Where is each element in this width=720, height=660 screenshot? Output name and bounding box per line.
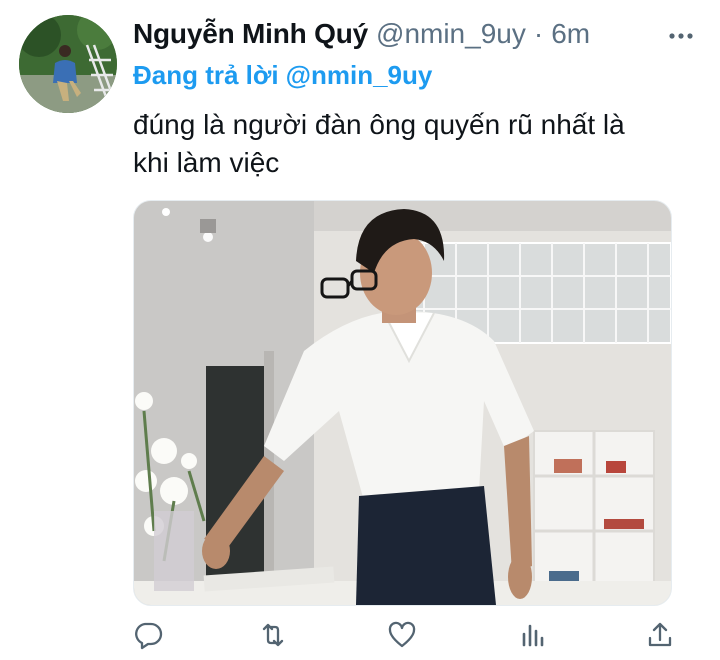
- tweet-text: đúng là người đàn ông quyến rũ nhất là k…: [133, 106, 693, 182]
- share-icon[interactable]: [645, 620, 675, 650]
- tweet-header: Nguyễn Minh Quý @nmin_9uy · 6m: [133, 18, 590, 54]
- author-handle[interactable]: @nmin_9uy: [376, 18, 526, 50]
- comment-icon[interactable]: [133, 620, 163, 650]
- photo-illustration: [134, 201, 671, 605]
- separator-dot: ·: [533, 18, 544, 49]
- retweet-icon[interactable]: [258, 620, 288, 650]
- heart-icon[interactable]: [387, 620, 417, 650]
- avatar-photo: [19, 15, 117, 113]
- bar-chart-icon[interactable]: [517, 620, 547, 650]
- tweet-actions-bar: [0, 614, 720, 658]
- reply-context: Đang trả lời @nmin_9uy: [133, 60, 432, 91]
- reply-context-handle[interactable]: @nmin_9uy: [286, 60, 433, 90]
- author-display-name[interactable]: Nguyễn Minh Quý: [133, 18, 368, 50]
- author-avatar[interactable]: [19, 15, 117, 113]
- tweet-media-photo[interactable]: [133, 200, 672, 606]
- timestamp[interactable]: 6m: [551, 18, 590, 50]
- more-options-icon[interactable]: [668, 26, 694, 46]
- tweet: Nguyễn Minh Quý @nmin_9uy · 6m Đang trả …: [0, 0, 720, 660]
- tweet-text-line: khi làm việc: [133, 147, 280, 178]
- tweet-text-line: đúng là người đàn ông quyến rũ nhất là: [133, 109, 625, 140]
- reply-context-label: Đang trả lời: [133, 60, 279, 90]
